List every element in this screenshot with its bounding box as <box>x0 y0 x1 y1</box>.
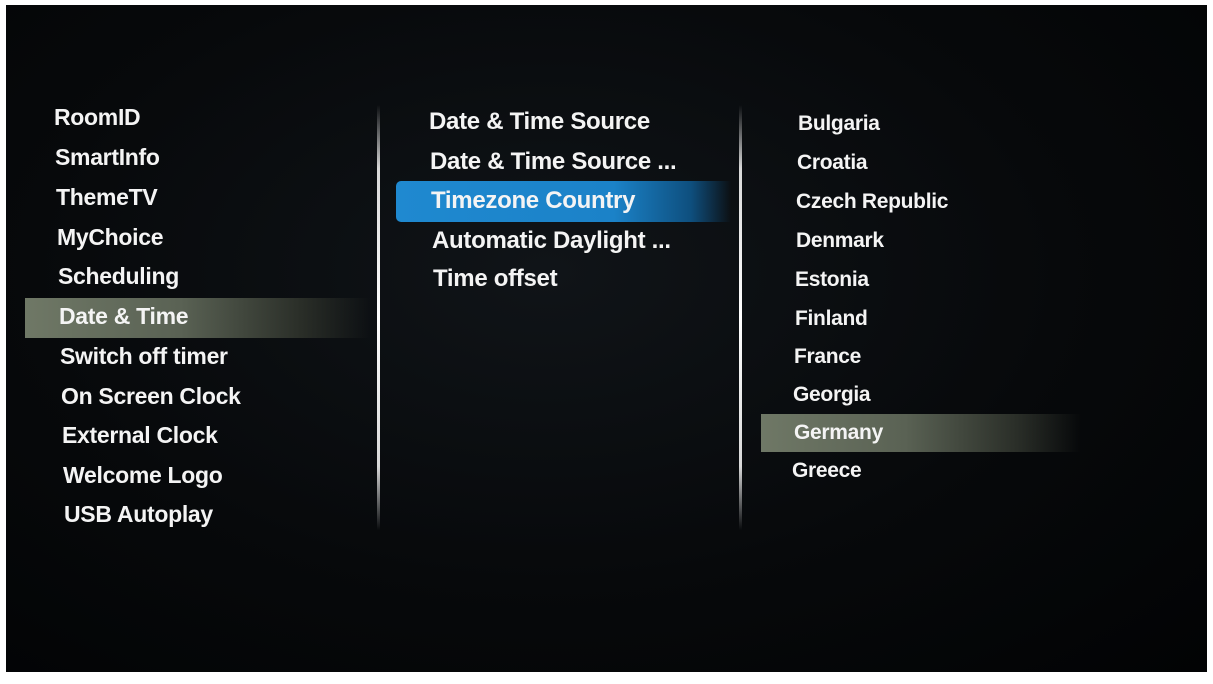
menu-item-switch-off-timer[interactable]: Switch off timer <box>60 345 228 368</box>
submenu-item-automatic-daylight[interactable]: Automatic Daylight ... <box>432 229 671 253</box>
country-item-croatia[interactable]: Croatia <box>797 152 868 173</box>
submenu-item-date-time-source-2[interactable]: Date & Time Source ... <box>430 150 677 174</box>
column-divider-left <box>377 105 380 530</box>
menu-item-themetv[interactable]: ThemeTV <box>56 186 158 209</box>
submenu-item-date-time-source[interactable]: Date & Time Source <box>429 110 650 134</box>
menu-item-scheduling[interactable]: Scheduling <box>58 265 179 288</box>
menu-item-usb-autoplay[interactable]: USB Autoplay <box>64 503 213 526</box>
country-item-greece[interactable]: Greece <box>792 460 862 481</box>
menu-item-mychoice[interactable]: MyChoice <box>57 226 164 249</box>
menu-item-roomid[interactable]: RoomID <box>54 106 141 129</box>
tv-screen: RoomID SmartInfo ThemeTV MyChoice Schedu… <box>6 5 1207 672</box>
menu-item-on-screen-clock[interactable]: On Screen Clock <box>61 385 241 408</box>
menu-item-date-time[interactable]: Date & Time <box>59 305 189 328</box>
submenu-item-timezone-country[interactable]: Timezone Country <box>431 189 635 213</box>
menu-item-smartinfo[interactable]: SmartInfo <box>55 146 160 169</box>
column-divider-right <box>739 105 742 530</box>
country-item-bulgaria[interactable]: Bulgaria <box>798 113 880 134</box>
country-item-finland[interactable]: Finland <box>795 308 868 329</box>
country-item-france[interactable]: France <box>794 346 861 367</box>
country-item-czech-republic[interactable]: Czech Republic <box>796 191 948 212</box>
country-item-germany[interactable]: Germany <box>794 422 883 443</box>
country-item-georgia[interactable]: Georgia <box>793 384 871 405</box>
menu-item-external-clock[interactable]: External Clock <box>62 424 218 447</box>
menu-item-welcome-logo[interactable]: Welcome Logo <box>63 464 223 487</box>
country-item-denmark[interactable]: Denmark <box>796 230 884 251</box>
submenu-item-time-offset[interactable]: Time offset <box>433 267 558 291</box>
country-item-estonia[interactable]: Estonia <box>795 269 869 290</box>
